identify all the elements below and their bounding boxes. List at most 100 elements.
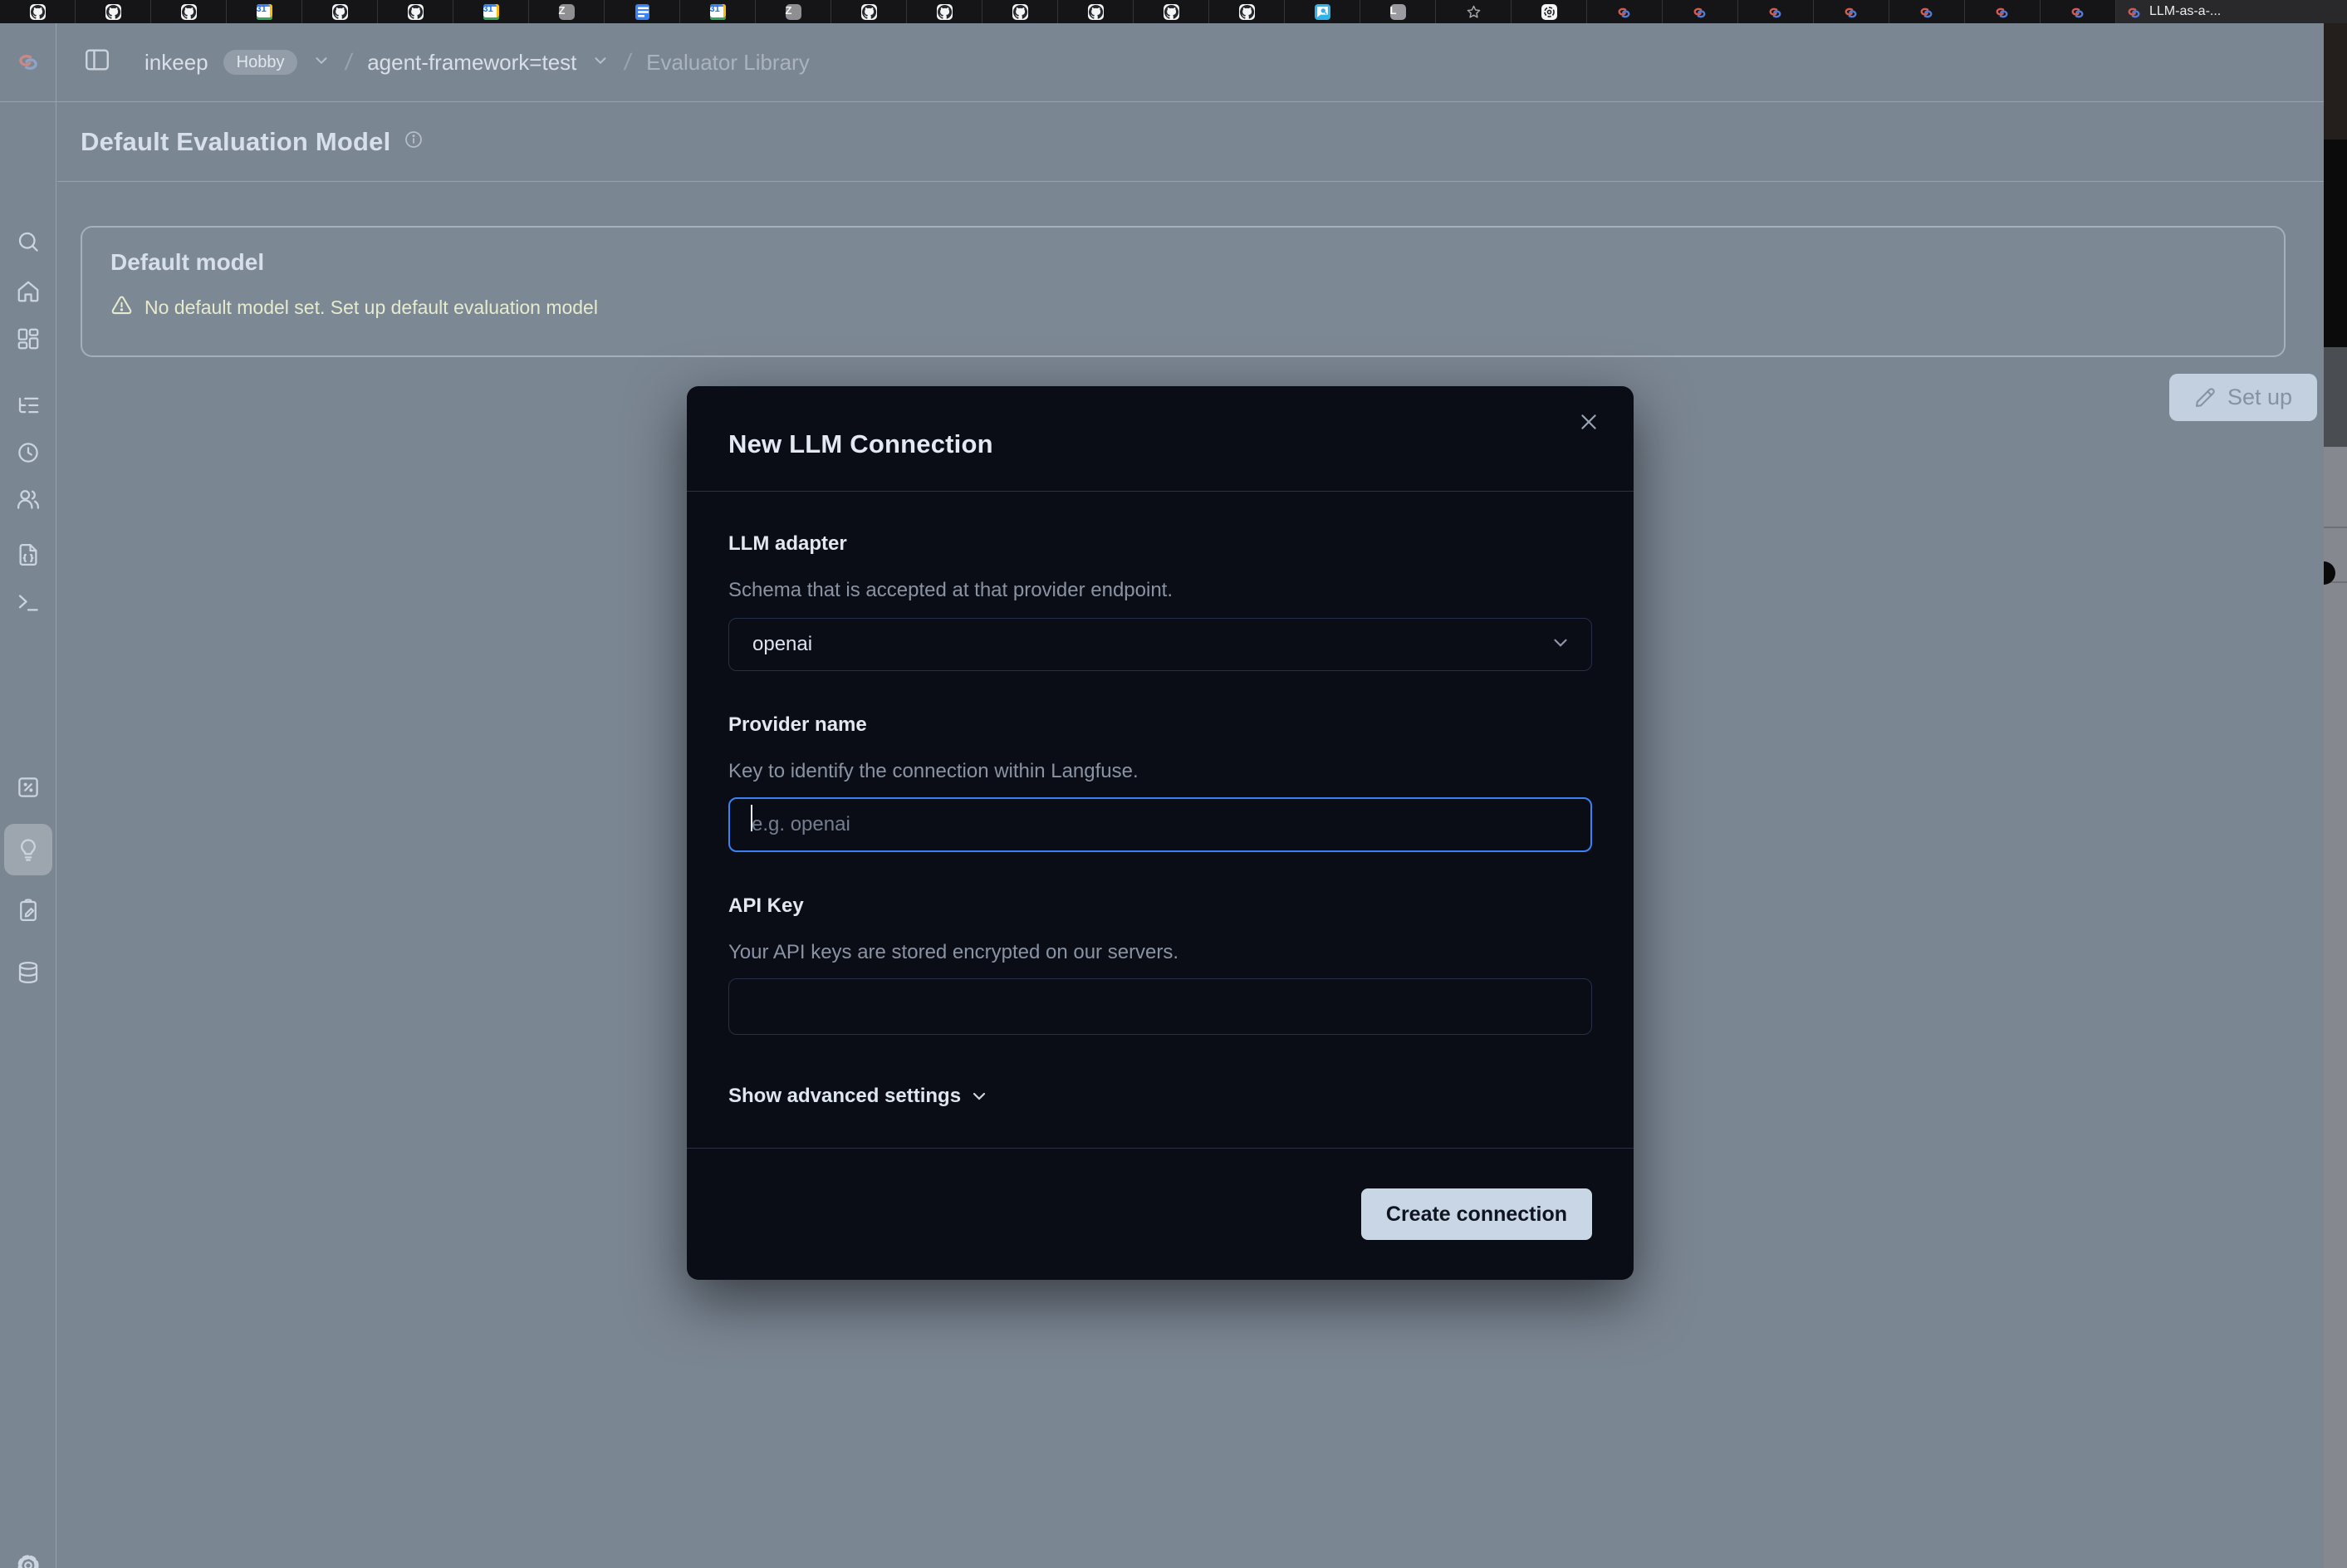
browser-tab-active[interactable]: LLM-as-a-... <box>2116 0 2347 23</box>
sidebar-item-prompts[interactable] <box>16 542 41 567</box>
star-favicon <box>1466 4 1482 20</box>
breadcrumb: inkeep Hobby / agent-framework=test / Ev… <box>56 46 810 80</box>
sidebar-item-tracing[interactable] <box>16 393 41 418</box>
modal-footer: Create connection <box>687 1148 1634 1280</box>
z-app-favicon: Z <box>786 4 801 20</box>
sidebar-toggle-icon[interactable] <box>83 46 111 80</box>
browser-tab-langfuse[interactable] <box>2041 0 2116 23</box>
browser-tab-openai[interactable] <box>1512 0 1587 23</box>
llm-adapter-select[interactable]: openai <box>728 618 1592 671</box>
chevron-down-icon <box>969 1086 989 1106</box>
browser-tab-star[interactable] <box>1436 0 1512 23</box>
api-key-section: API Key Your API keys are stored encrypt… <box>728 894 1592 1035</box>
close-icon[interactable] <box>1574 408 1604 438</box>
text-caret <box>751 805 752 831</box>
browser-tab-gdocs[interactable] <box>605 0 680 23</box>
github-favicon <box>332 4 348 20</box>
breadcrumb-project[interactable]: agent-framework=test <box>367 50 576 76</box>
org-chevron-down-icon[interactable] <box>312 50 331 76</box>
sidebar-item-playground[interactable] <box>16 590 41 615</box>
desktop-edge-strip <box>2324 23 2347 1568</box>
sidebar <box>0 102 56 1568</box>
browser-tab-github[interactable] <box>982 0 1058 23</box>
provider-name-input[interactable] <box>728 797 1592 852</box>
browser-tab-github[interactable] <box>907 0 982 23</box>
edge-segment <box>2324 140 2347 347</box>
browser-tab-chat-app[interactable] <box>1285 0 1360 23</box>
browser-tab-github[interactable] <box>76 0 151 23</box>
sidebar-item-evaluators[interactable] <box>16 837 41 862</box>
create-connection-button[interactable]: Create connection <box>1361 1188 1592 1240</box>
modal-title: New LLM Connection <box>728 429 1592 459</box>
browser-tab-github[interactable] <box>378 0 453 23</box>
gcal-favicon: 31 <box>710 4 726 20</box>
browser-tab-langfuse[interactable] <box>1738 0 1814 23</box>
project-chevron-down-icon[interactable] <box>591 50 610 76</box>
browser-tab-z-app[interactable]: Z <box>756 0 831 23</box>
browser-tab-gcal[interactable]: 31 <box>453 0 529 23</box>
chevron-down-icon <box>1550 632 1571 658</box>
set-up-button[interactable]: Set up <box>2169 374 2317 421</box>
l-app-favicon: L <box>1390 4 1406 20</box>
github-favicon <box>181 4 197 20</box>
home-icon <box>16 279 41 304</box>
browser-tab-github[interactable] <box>151 0 227 23</box>
browser-tab-langfuse[interactable] <box>1814 0 1889 23</box>
modal-header: New LLM Connection <box>687 386 1634 492</box>
info-icon[interactable] <box>404 130 424 154</box>
browser-tab-github[interactable] <box>0 0 76 23</box>
page-header: Default Evaluation Model <box>57 102 2324 182</box>
gcal-favicon: 31 <box>483 4 499 20</box>
terminal-icon <box>16 590 41 615</box>
sidebar-item-scores[interactable] <box>16 775 41 800</box>
sidebar-item-annotation-queues[interactable] <box>16 898 41 923</box>
breadcrumb-separator: / <box>344 49 354 76</box>
provider-name-description: Key to identify the connection within La… <box>728 759 1592 784</box>
breadcrumb-org[interactable]: inkeep <box>145 50 208 76</box>
browser-tab-github[interactable] <box>1058 0 1134 23</box>
sidebar-item-home[interactable] <box>16 279 41 304</box>
api-key-input[interactable] <box>728 978 1592 1035</box>
sidebar-item-sessions[interactable] <box>16 440 41 465</box>
clock-icon <box>16 440 41 465</box>
breadcrumb-separator: / <box>623 49 633 76</box>
browser-tab-gcal[interactable]: 31 <box>227 0 302 23</box>
warning-text: No default model set. Set up default eva… <box>145 296 598 319</box>
browser-tab-langfuse[interactable] <box>1587 0 1663 23</box>
database-icon <box>16 960 41 985</box>
breadcrumb-bar: inkeep Hobby / agent-framework=test / Ev… <box>0 23 2324 102</box>
browser-tab-github[interactable] <box>1134 0 1209 23</box>
z-app-favicon: Z <box>559 4 575 20</box>
sidebar-item-search[interactable] <box>16 229 41 254</box>
sidebar-item-users[interactable] <box>16 487 41 512</box>
browser-tab-github[interactable] <box>831 0 907 23</box>
default-model-card: Default model No default model set. Set … <box>81 226 2286 357</box>
github-favicon <box>408 4 424 20</box>
active-tab-label: LLM-as-a-... <box>2149 4 2221 19</box>
langfuse-logo[interactable] <box>0 23 56 101</box>
sidebar-item-dashboards[interactable] <box>16 326 41 351</box>
browser-tab-l-app[interactable]: L <box>1360 0 1436 23</box>
browser-tab-z-app[interactable]: Z <box>529 0 605 23</box>
langfuse-favicon <box>1692 5 1708 18</box>
browser-tab-github[interactable] <box>302 0 378 23</box>
new-llm-connection-modal: New LLM Connection LLM adapter Schema th… <box>687 386 1634 1280</box>
modal-body: LLM adapter Schema that is accepted at t… <box>687 492 1634 1108</box>
card-title: Default model <box>110 249 2256 276</box>
sidebar-item-settings[interactable] <box>16 1553 41 1568</box>
browser-tab-langfuse[interactable] <box>1663 0 1738 23</box>
sidebar-item-datasets[interactable] <box>16 960 41 985</box>
edge-divider <box>2324 527 2347 528</box>
llm-adapter-description: Schema that is accepted at that provider… <box>728 578 1592 603</box>
no-default-model-warning: No default model set. Set up default eva… <box>110 294 2256 321</box>
users-icon <box>16 487 41 512</box>
browser-tab-github[interactable] <box>1209 0 1285 23</box>
api-key-input-wrap <box>728 965 1592 1035</box>
langfuse-favicon <box>1767 5 1784 18</box>
browser-tab-gcal[interactable]: 31 <box>680 0 756 23</box>
lightbulb-icon <box>16 837 41 862</box>
browser-tab-langfuse[interactable] <box>1889 0 1965 23</box>
browser-tab-langfuse[interactable] <box>1965 0 2041 23</box>
show-advanced-settings-toggle[interactable]: Show advanced settings <box>728 1085 1592 1108</box>
gcal-favicon: 31 <box>257 4 272 20</box>
